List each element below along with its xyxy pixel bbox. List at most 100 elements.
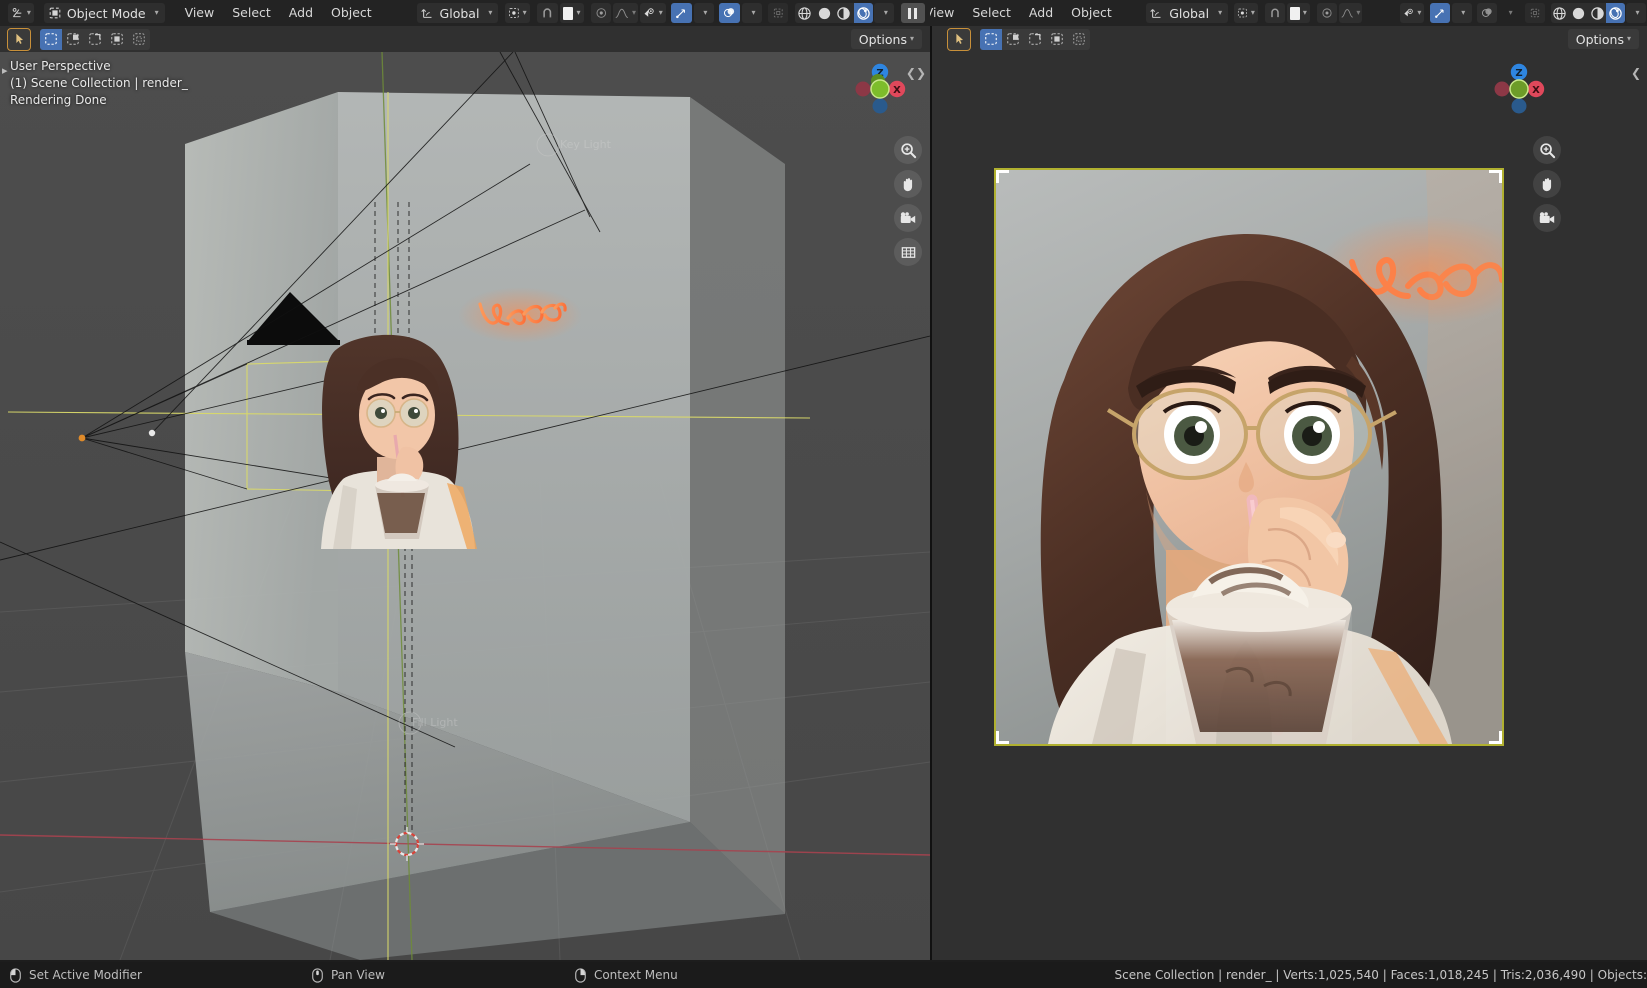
snap-toggle-button[interactable] [537, 3, 558, 23]
proportional-edit-toggle[interactable] [590, 3, 612, 23]
sidebar-expand-left-icon[interactable]: ▸ [2, 64, 8, 77]
select-intersect-icon [133, 33, 145, 45]
proportional-edit-toggle-right[interactable] [1316, 3, 1337, 23]
viewport-divider[interactable] [930, 26, 932, 960]
select-mode-invert[interactable] [106, 29, 128, 50]
snap-target-selector[interactable]: ▾ [559, 3, 584, 23]
select-mode-intersect-right[interactable] [1068, 29, 1090, 50]
menu-view[interactable]: View [176, 3, 224, 23]
object-types-visibility-button[interactable]: ▾ [640, 3, 666, 23]
select-set-icon-right [985, 33, 997, 45]
pan-hand-icon[interactable] [894, 170, 922, 198]
xray-toggle-button-right[interactable] [1524, 3, 1545, 23]
object-types-visibility-icon-right [1404, 8, 1413, 17]
navigation-gizmo-right[interactable]: Z X [1487, 57, 1551, 121]
navigation-gizmo-left[interactable]: Z X [848, 57, 912, 121]
select-mode-subtract-right[interactable] [1024, 29, 1046, 50]
menu-object[interactable]: Object [322, 3, 381, 23]
snap-magnet-icon [543, 8, 552, 18]
menu-select[interactable]: Select [223, 3, 280, 23]
material-preview-icon [837, 6, 850, 20]
mode-selector[interactable]: Object Mode ▾ [43, 3, 165, 23]
shading-options-dropdown-right[interactable]: ▾ [1625, 3, 1646, 23]
toggle-ortho-icon[interactable] [894, 238, 922, 266]
sidebar-toggle-left-icon[interactable]: ❮❯ [906, 66, 926, 80]
shading-wireframe-button[interactable] [795, 3, 815, 23]
shading-solid-button-right[interactable] [1569, 3, 1588, 23]
wireframe-icon [798, 6, 811, 20]
viewport-3d-right[interactable]: Z X ❮ [930, 52, 1647, 960]
active-tool-tweak-select-right[interactable] [947, 27, 971, 51]
gizmo-toggle-button[interactable] [671, 3, 692, 23]
select-mode-invert-right[interactable] [1046, 29, 1068, 50]
pivot-point-selector-right[interactable]: ▾ [1234, 3, 1258, 23]
camera-view-icon-right[interactable] [1533, 204, 1561, 232]
editor-type-icon[interactable]: ▾ [8, 3, 34, 23]
select-mode-set[interactable] [40, 28, 62, 50]
select-mode-extend[interactable] [62, 29, 84, 50]
select-subtract-icon [89, 33, 101, 45]
render-border-corner-br [1489, 731, 1503, 745]
menu-select-right[interactable]: Select [963, 3, 1020, 23]
transform-orientation-selector-right[interactable]: Global ▾ [1146, 3, 1229, 23]
active-tool-tweak-select[interactable] [7, 27, 31, 51]
zoom-icon-right[interactable] [1533, 136, 1561, 164]
status-hint-left-mouse: Set Active Modifier [10, 967, 142, 983]
options-dropdown-left[interactable]: Options ▾ [850, 29, 922, 49]
gizmo-toggle-button-right[interactable] [1429, 3, 1450, 23]
snap-target-selector-right[interactable]: ▾ [1286, 3, 1310, 23]
shading-rendered-button[interactable] [853, 3, 874, 23]
snap-magnet-icon-right [1271, 8, 1279, 18]
shading-solid-button[interactable] [814, 3, 834, 23]
shading-options-dropdown[interactable]: ▾ [874, 3, 895, 23]
select-mode-extend-right[interactable] [1002, 29, 1024, 50]
proportional-falloff-selector[interactable]: ▾ [613, 3, 639, 23]
pivot-point-selector[interactable]: ▾ [504, 3, 530, 23]
shading-rendered-button-right[interactable] [1606, 3, 1625, 23]
transform-orientation-icon-right [1150, 9, 1161, 18]
proportional-edit-icon [596, 8, 606, 18]
scene-statistics: Scene Collection | render_ | Verts:1,025… [1114, 968, 1647, 982]
overlays-toggle-button-right[interactable] [1477, 3, 1498, 23]
select-mode-set-right[interactable] [980, 28, 1002, 50]
shading-material-preview-button-right[interactable] [1588, 3, 1607, 23]
xray-toggle-button[interactable] [767, 3, 789, 23]
blender-window: ▾ Object Mode ▾ View Select Add Object G… [0, 0, 1647, 988]
options-dropdown-right[interactable]: Options ▾ [1567, 29, 1639, 49]
svg-text:Fill Light: Fill Light [412, 716, 458, 729]
select-invert-icon-right [1051, 33, 1063, 45]
object-types-visibility-button-right[interactable]: ▾ [1399, 3, 1425, 23]
mode-label: Object Mode [66, 5, 146, 21]
menu-add[interactable]: Add [280, 3, 322, 23]
camera-view-icon[interactable] [894, 204, 922, 232]
select-extend-icon-right [1007, 33, 1019, 45]
menu-view-right[interactable]: View [930, 3, 963, 23]
overlays-toggle-button[interactable] [719, 3, 741, 23]
pan-hand-icon-right[interactable] [1533, 170, 1561, 198]
viewport-left-header: ▾ Object Mode ▾ View Select Add Object G… [0, 0, 930, 26]
shading-material-preview-button[interactable] [834, 3, 854, 23]
xray-toggle-icon [773, 8, 783, 18]
wireframe-icon-right [1553, 6, 1567, 20]
snap-toggle-button-right[interactable] [1264, 3, 1285, 23]
cursor-arrow-icon-right [956, 33, 964, 44]
select-mode-subtract[interactable] [84, 29, 106, 50]
shading-wireframe-button-right[interactable] [1551, 3, 1570, 23]
transform-orientation-selector[interactable]: Global ▾ [416, 3, 499, 23]
select-mode-intersect[interactable] [128, 29, 150, 50]
overlays-options-dropdown-right[interactable]: ▾ [1499, 3, 1519, 23]
status-hint-right-mouse: Context Menu [575, 967, 678, 983]
menu-add-right[interactable]: Add [1020, 3, 1062, 23]
overlays-options-dropdown[interactable]: ▾ [742, 3, 763, 23]
pause-render-button[interactable] [901, 3, 925, 23]
sidebar-toggle-right-icon[interactable]: ❮ [1631, 66, 1641, 80]
menu-object-right[interactable]: Object [1062, 3, 1121, 23]
render-border-corner-bl [995, 731, 1009, 745]
gizmo-options-dropdown[interactable]: ▾ [693, 3, 714, 23]
gizmo-options-dropdown-right[interactable]: ▾ [1451, 3, 1472, 23]
proportional-falloff-selector-right[interactable]: ▾ [1338, 3, 1363, 23]
zoom-icon[interactable] [894, 136, 922, 164]
3d-scene-canvas[interactable]: Key Light Fill Light [0, 52, 930, 960]
viewport-3d-left[interactable]: Key Light Fill Light User Perspective (1… [0, 52, 930, 960]
render-preview-frame[interactable] [994, 168, 1504, 746]
